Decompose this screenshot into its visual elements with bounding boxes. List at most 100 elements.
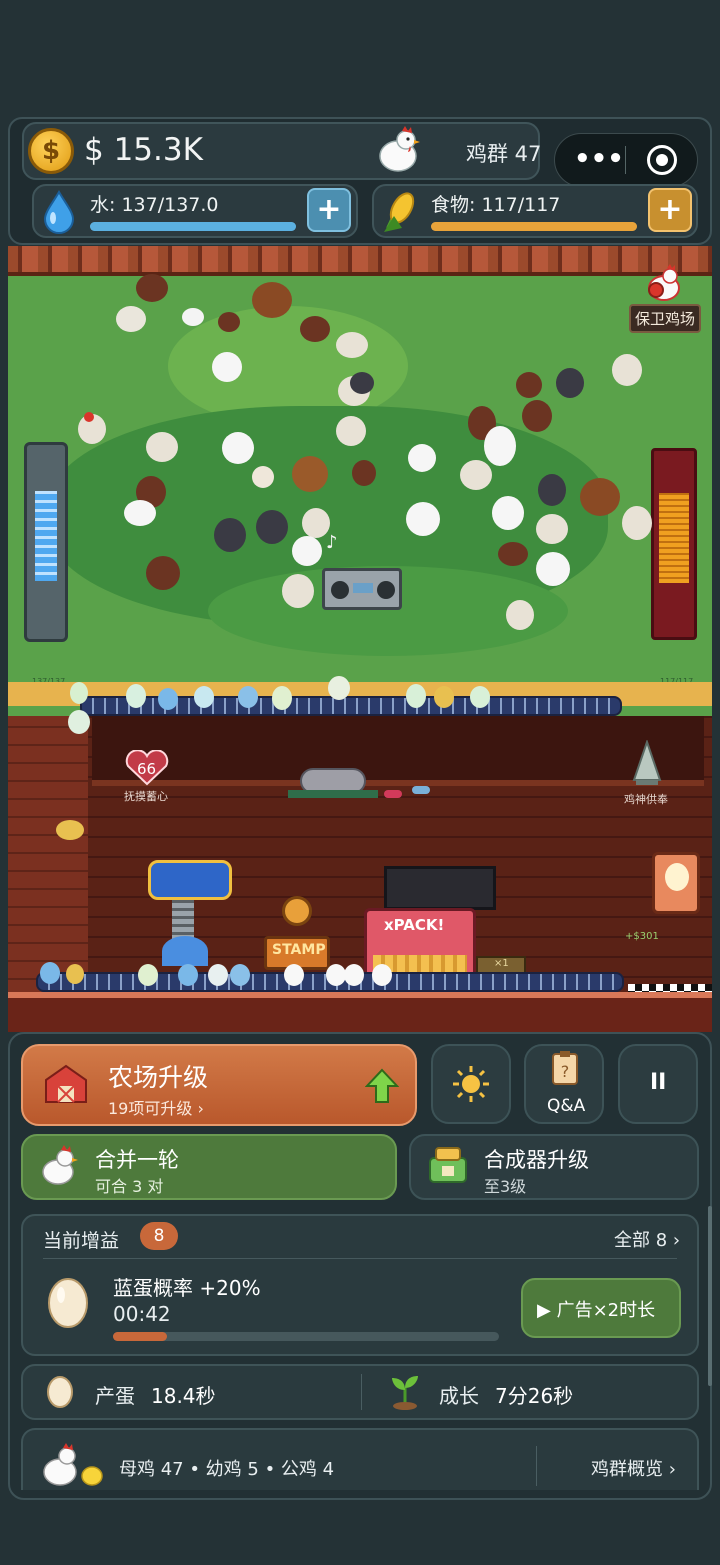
chicken[interactable] [116, 306, 146, 332]
egg[interactable] [326, 964, 346, 986]
buff-progress-fill [113, 1332, 168, 1341]
chicken[interactable] [84, 412, 94, 422]
chicken[interactable] [406, 502, 440, 536]
chicken[interactable] [282, 574, 314, 608]
chicken[interactable] [516, 372, 542, 398]
defend-chicken-icon[interactable] [644, 264, 688, 304]
chicken[interactable] [484, 426, 516, 466]
egg[interactable] [138, 964, 158, 986]
water-label: 水: 137/137.0 [90, 194, 219, 216]
money-value: $ 15.3K [84, 132, 203, 168]
chicken[interactable] [536, 552, 570, 586]
chicken[interactable] [498, 542, 528, 566]
chicken[interactable] [124, 500, 156, 526]
chicken[interactable] [212, 352, 242, 382]
chicken[interactable] [214, 518, 246, 552]
egg[interactable] [68, 710, 90, 734]
chicken[interactable] [556, 368, 584, 398]
egg[interactable] [328, 676, 350, 700]
egg[interactable] [344, 964, 364, 986]
chicken[interactable] [536, 514, 568, 544]
pause-icon: II [650, 1070, 667, 1095]
egg[interactable] [66, 964, 84, 984]
chicken[interactable] [612, 354, 642, 386]
egg[interactable] [372, 964, 392, 986]
food-tank[interactable] [651, 448, 697, 640]
heart-label: 抚摸蓄心 [124, 790, 168, 803]
heart-value: 66 [137, 760, 157, 778]
rooster[interactable] [252, 282, 292, 318]
egg[interactable] [238, 686, 258, 708]
rooster[interactable] [580, 478, 620, 516]
chicken[interactable] [408, 444, 436, 472]
egg[interactable] [434, 686, 454, 708]
chicken[interactable] [538, 474, 566, 506]
fence [8, 246, 712, 276]
egg[interactable] [230, 964, 250, 986]
food-bar-fill [431, 222, 637, 231]
chicken[interactable] [460, 460, 492, 490]
chicken[interactable] [300, 316, 330, 342]
buff-progress-bar [113, 1332, 499, 1341]
growth-label: 成长 [439, 1384, 479, 1408]
add-food-button[interactable]: + [648, 188, 692, 232]
capsule-divider [625, 146, 626, 174]
more-menu-button[interactable]: ••• [574, 144, 624, 174]
chicken[interactable] [622, 506, 652, 540]
close-target-icon[interactable] [647, 145, 677, 175]
egg[interactable] [272, 686, 292, 710]
chicken[interactable] [492, 496, 524, 530]
defend-farm-button[interactable]: 保卫鸡场 [629, 304, 702, 333]
egg-icon [48, 1278, 88, 1328]
chicken-icon [42, 1145, 78, 1185]
egg[interactable] [70, 682, 88, 704]
chicken[interactable] [336, 416, 366, 446]
chicken[interactable] [218, 312, 240, 332]
chicken[interactable] [146, 556, 180, 590]
add-water-button[interactable]: + [307, 188, 351, 232]
sorter-dome [162, 936, 208, 966]
boombox[interactable] [322, 568, 402, 610]
chicken-icon [379, 126, 420, 172]
synth-title: 合成器升级 [484, 1148, 589, 1172]
chicken[interactable] [336, 332, 368, 358]
flock-divider [536, 1446, 537, 1486]
rooster[interactable] [292, 456, 328, 492]
egg[interactable] [208, 964, 228, 986]
buff-title: 蓝蛋概率 +20% [113, 1276, 261, 1300]
buffs-all-link[interactable]: 全部 8 › [614, 1226, 680, 1252]
chicken[interactable] [506, 600, 534, 630]
sorter-column [172, 900, 194, 940]
egg[interactable] [194, 686, 214, 708]
farm-scene[interactable]: 保卫鸡场 137/137 117/117 [8, 246, 712, 1032]
egg[interactable] [126, 684, 146, 708]
egg-card[interactable] [652, 852, 700, 914]
food-bowl [384, 790, 402, 798]
egg[interactable] [406, 684, 426, 708]
barn-shelf [92, 716, 704, 786]
chicken[interactable] [292, 536, 322, 566]
chicken[interactable] [146, 432, 178, 462]
chicken[interactable] [350, 372, 374, 394]
water-tank[interactable] [24, 442, 68, 642]
egg[interactable] [470, 686, 490, 708]
egg[interactable] [158, 688, 178, 710]
shrine-icon[interactable] [630, 740, 664, 786]
egg[interactable] [178, 964, 198, 986]
chicken[interactable] [522, 400, 552, 432]
chicken[interactable] [256, 510, 288, 544]
egg[interactable] [284, 964, 304, 986]
flock-overview-link[interactable]: 鸡群概览 › [591, 1455, 676, 1481]
chicken[interactable] [352, 460, 376, 486]
pack-label: xPACK! [384, 916, 445, 934]
sorter-machine[interactable] [148, 860, 232, 900]
chicken[interactable] [252, 466, 274, 488]
egg[interactable] [40, 962, 60, 984]
egg[interactable] [56, 820, 84, 840]
chicken[interactable] [182, 308, 204, 326]
scrollbar[interactable] [708, 1206, 712, 1386]
chicken[interactable] [222, 432, 254, 464]
chicken[interactable] [136, 274, 168, 302]
farm-upgrade-subtitle: 19项可升级 › [108, 1099, 204, 1118]
dark-machine [384, 866, 496, 910]
